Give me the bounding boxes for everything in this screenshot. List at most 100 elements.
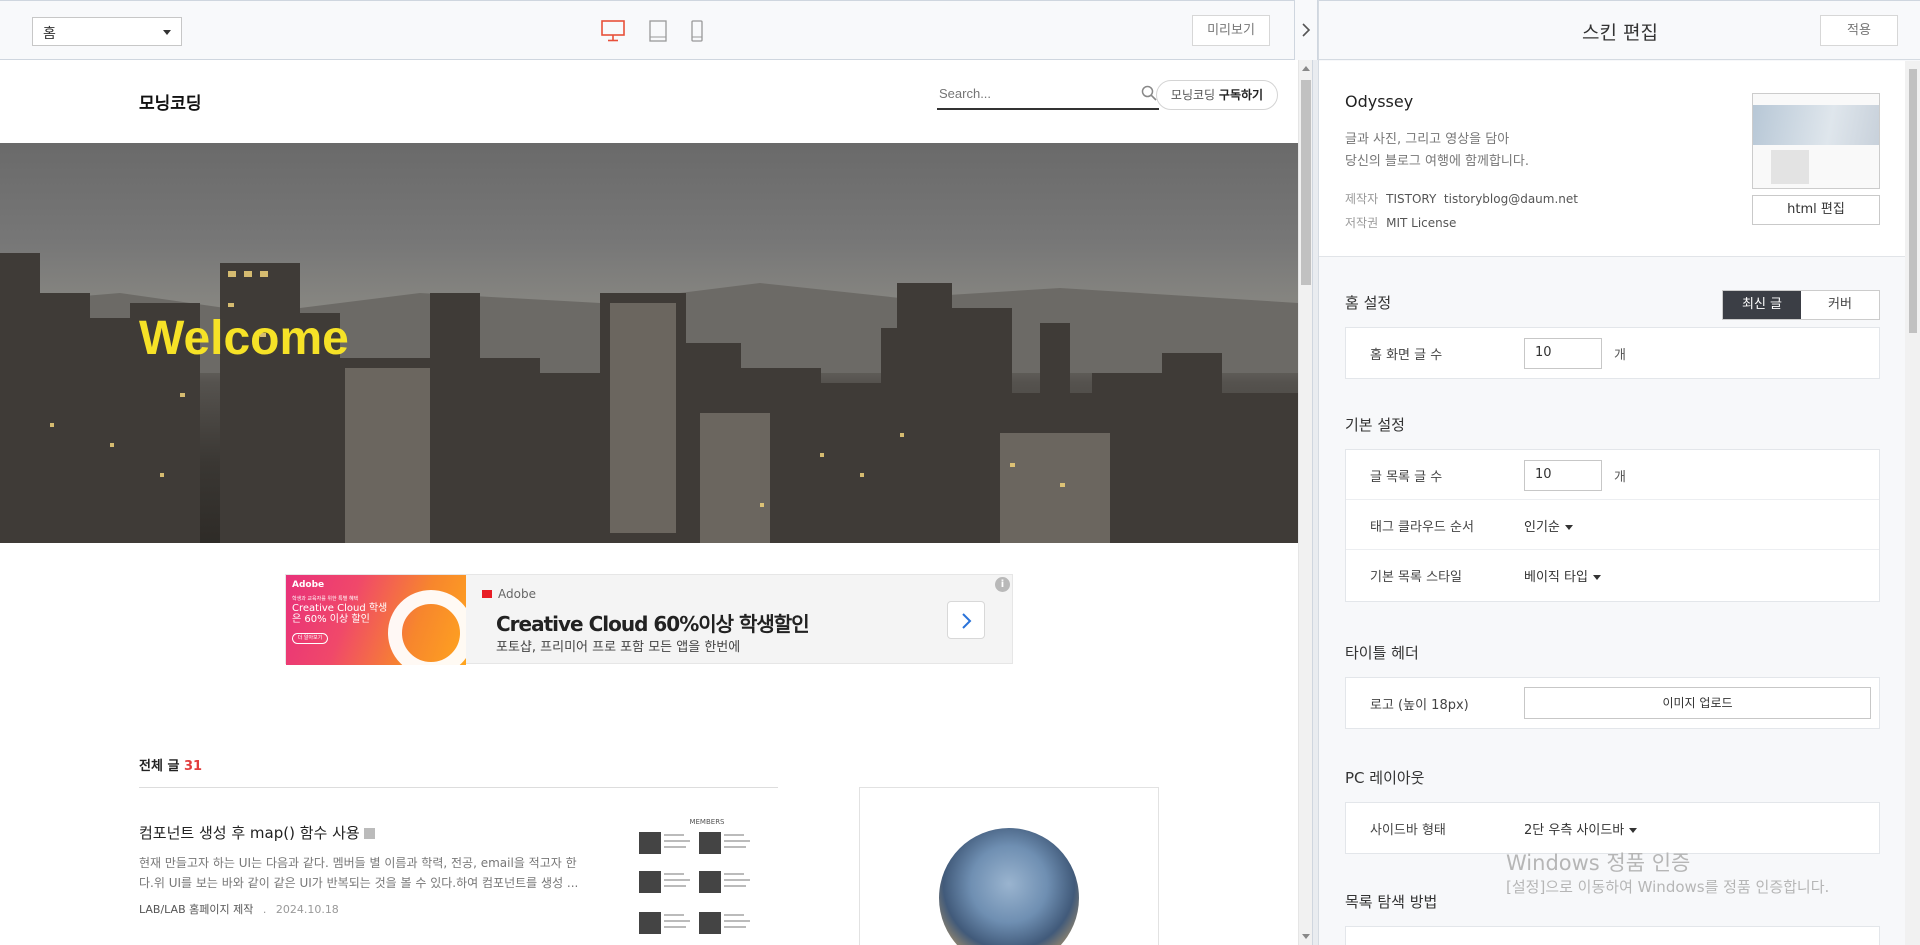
skin-info: Odyssey 글과 사진, 그리고 영상을 담아 당신의 블로그 여행에 함께… <box>1319 61 1905 257</box>
post-meta-separator: . <box>262 903 267 916</box>
sidebar-type-label: 사이드바 형태 <box>1370 823 1446 838</box>
sidebar-type-row: 사이드바 형태 2단 우측 사이드바 <box>1346 803 1879 853</box>
post-thumbnail-image <box>639 832 750 934</box>
pc-layout-title: PC 레이아웃 <box>1345 769 1425 787</box>
html-edit-button[interactable]: html 편집 <box>1752 195 1880 225</box>
home-mode-segment: 최신 글 커버 <box>1722 290 1880 320</box>
segment-cover[interactable]: 커버 <box>1801 291 1879 319</box>
page-select[interactable]: 홈 <box>32 17 182 46</box>
panel-scroll-thumb[interactable] <box>1909 69 1917 333</box>
ad-brand: Adobe <box>498 587 536 601</box>
new-post-icon <box>363 828 375 839</box>
avatar[interactable] <box>939 828 1079 945</box>
skin-license-label: 저작권 <box>1345 216 1379 230</box>
blog-preview: 모닝코딩 모닝코딩 구독하기 <box>0 60 1298 945</box>
blog-search <box>937 80 1159 110</box>
list-style-row: 기본 목록 스타일 베이직 타입 <box>1346 550 1879 600</box>
post-title[interactable]: 컴포넌트 생성 후 map() 함수 사용 <box>139 822 375 843</box>
ad-subline: 포토샵, 프리미어 프로 포함 모든 앱을 한번에 <box>496 640 741 655</box>
profile-card <box>859 787 1159 945</box>
panel-scrollbar[interactable] <box>1905 61 1920 945</box>
creative-cloud-logo-icon <box>388 590 466 665</box>
list-post-count-label: 글 목록 글 수 <box>1370 470 1443 485</box>
ad-banner[interactable]: Adobe 학생과 교육자를 위한 특별 혜택 Creative Cloud 학… <box>285 574 1013 665</box>
skin-edit-panel: 스킨 편집 적용 Odyssey 글과 사진, 그리고 영상을 담아 당신의 블… <box>1318 0 1920 945</box>
ad-thumbnail: Adobe 학생과 교육자를 위한 특별 혜택 Creative Cloud 학… <box>286 575 466 665</box>
title-header-title: 타이틀 헤더 <box>1345 644 1419 662</box>
home-post-count-label: 홈 화면 글 수 <box>1370 348 1443 363</box>
adobe-logo-icon <box>482 590 492 598</box>
windows-activation-watermark: Windows 정품 인증 [설정]으로 이동하여 Windows를 정품 인증… <box>1506 851 1829 898</box>
skin-preview-card <box>1771 150 1809 184</box>
watermark-line1: Windows 정품 인증 <box>1506 851 1691 875</box>
apply-button[interactable]: 적용 <box>1820 15 1898 46</box>
tag-order-label: 태그 클라우드 순서 <box>1370 520 1474 535</box>
preview-button[interactable]: 미리보기 <box>1192 15 1270 46</box>
post-thumbnail[interactable]: MEMBERS <box>635 816 779 945</box>
title-header-box: 로고 (높이 18px) 이미지 업로드 <box>1345 677 1880 729</box>
desktop-icon[interactable] <box>601 20 625 42</box>
tablet-icon[interactable] <box>649 20 667 42</box>
skin-author-label: 제작자 <box>1345 192 1379 206</box>
scroll-down-icon[interactable] <box>1302 934 1310 939</box>
chevron-down-icon <box>1629 828 1638 833</box>
list-style-label: 기본 목록 스타일 <box>1370 570 1462 585</box>
hero-banner: Welcome <box>0 143 1298 543</box>
post-meta: LAB/LAB 홈페이지 제작 . 2024.10.18 <box>139 901 339 917</box>
sidebar-type-value: 2단 우측 사이드바 <box>1524 823 1625 838</box>
skin-preview-hero <box>1753 105 1879 145</box>
list-post-count-input[interactable]: 10 <box>1524 460 1602 491</box>
page-select-value: 홈 <box>43 26 56 42</box>
skin-preview-thumbnail <box>1752 93 1880 189</box>
list-post-count-row: 글 목록 글 수 10 개 <box>1346 450 1879 500</box>
collapse-panel-button[interactable] <box>1294 0 1318 60</box>
tag-order-value: 인기순 <box>1524 520 1560 535</box>
skin-description: 글과 사진, 그리고 영상을 담아 당신의 블로그 여행에 함께합니다. <box>1345 129 1529 173</box>
home-settings-title: 홈 설정 <box>1345 294 1392 312</box>
post-category[interactable]: LAB/LAB 홈페이지 제작 <box>139 903 253 916</box>
post-date: 2024.10.18 <box>275 903 339 916</box>
tag-order-dropdown[interactable]: 인기순 <box>1524 516 1573 535</box>
ad-headline: Creative Cloud 60%이상 학생할인 <box>496 612 810 636</box>
home-post-count-unit: 개 <box>1614 348 1626 363</box>
post-excerpt[interactable]: 현재 만들고자 하는 UI는 다음과 같다. 멤버들 별 이름과 학력, 전공,… <box>139 853 579 893</box>
subscribe-button[interactable]: 모닝코딩 구독하기 <box>1156 80 1278 110</box>
blog-title[interactable]: 모닝코딩 <box>139 89 202 114</box>
ad-arrow-button[interactable] <box>947 601 985 639</box>
basic-settings-box: 글 목록 글 수 10 개 태그 클라우드 순서 인기순 기본 목록 스타일 베… <box>1345 449 1880 602</box>
preview-scroll-thumb[interactable] <box>1301 80 1311 285</box>
tag-order-row: 태그 클라우드 순서 인기순 <box>1346 500 1879 550</box>
search-icon[interactable] <box>1141 85 1157 101</box>
scroll-up-icon[interactable] <box>1302 66 1310 71</box>
basic-settings-title: 기본 설정 <box>1345 416 1405 434</box>
list-style-dropdown[interactable]: 베이직 타입 <box>1524 566 1601 585</box>
watermark-line2: [설정]으로 이동하여 Windows를 정품 인증합니다. <box>1506 878 1830 896</box>
ad-info-icon[interactable]: i <box>995 577 1010 592</box>
logo-row: 로고 (높이 18px) 이미지 업로드 <box>1346 678 1879 728</box>
panel-header: 스킨 편집 적용 <box>1319 0 1920 60</box>
home-post-count-input[interactable]: 10 <box>1524 338 1602 369</box>
segment-latest[interactable]: 최신 글 <box>1723 291 1801 319</box>
image-upload-button[interactable]: 이미지 업로드 <box>1524 687 1871 719</box>
editor-toolbar: 홈 미리보기 <box>0 0 1296 60</box>
device-switcher <box>601 18 703 44</box>
all-posts-count: 31 <box>183 759 203 774</box>
posts-divider <box>139 787 778 788</box>
list-nav-box <box>1345 926 1880 945</box>
skin-license-value: MIT License <box>1386 216 1457 230</box>
skin-author: 제작자 TISTORY tistoryblog@daum.net <box>1345 187 1578 211</box>
logo-label: 로고 (높이 18px) <box>1370 698 1469 713</box>
home-settings-box: 홈 화면 글 수 10 개 <box>1345 327 1880 379</box>
mobile-icon[interactable] <box>691 20 703 42</box>
home-post-count-row: 홈 화면 글 수 10 개 <box>1346 328 1879 378</box>
all-posts-label: 전체 글 <box>139 759 180 774</box>
ad-thumb-button: 더 알아보기 <box>292 633 328 644</box>
sidebar-type-dropdown[interactable]: 2단 우측 사이드바 <box>1524 819 1638 838</box>
ad-thumb-brand: Adobe <box>292 580 325 590</box>
chevron-down-icon <box>1592 575 1601 580</box>
preview-scrollbar[interactable] <box>1298 60 1312 945</box>
search-input[interactable] <box>937 80 1127 107</box>
hero-welcome-text: Welcome <box>139 312 349 365</box>
chevron-right-icon <box>962 613 972 629</box>
post-title-text: 컴포넌트 생성 후 map() 함수 사용 <box>139 824 360 842</box>
